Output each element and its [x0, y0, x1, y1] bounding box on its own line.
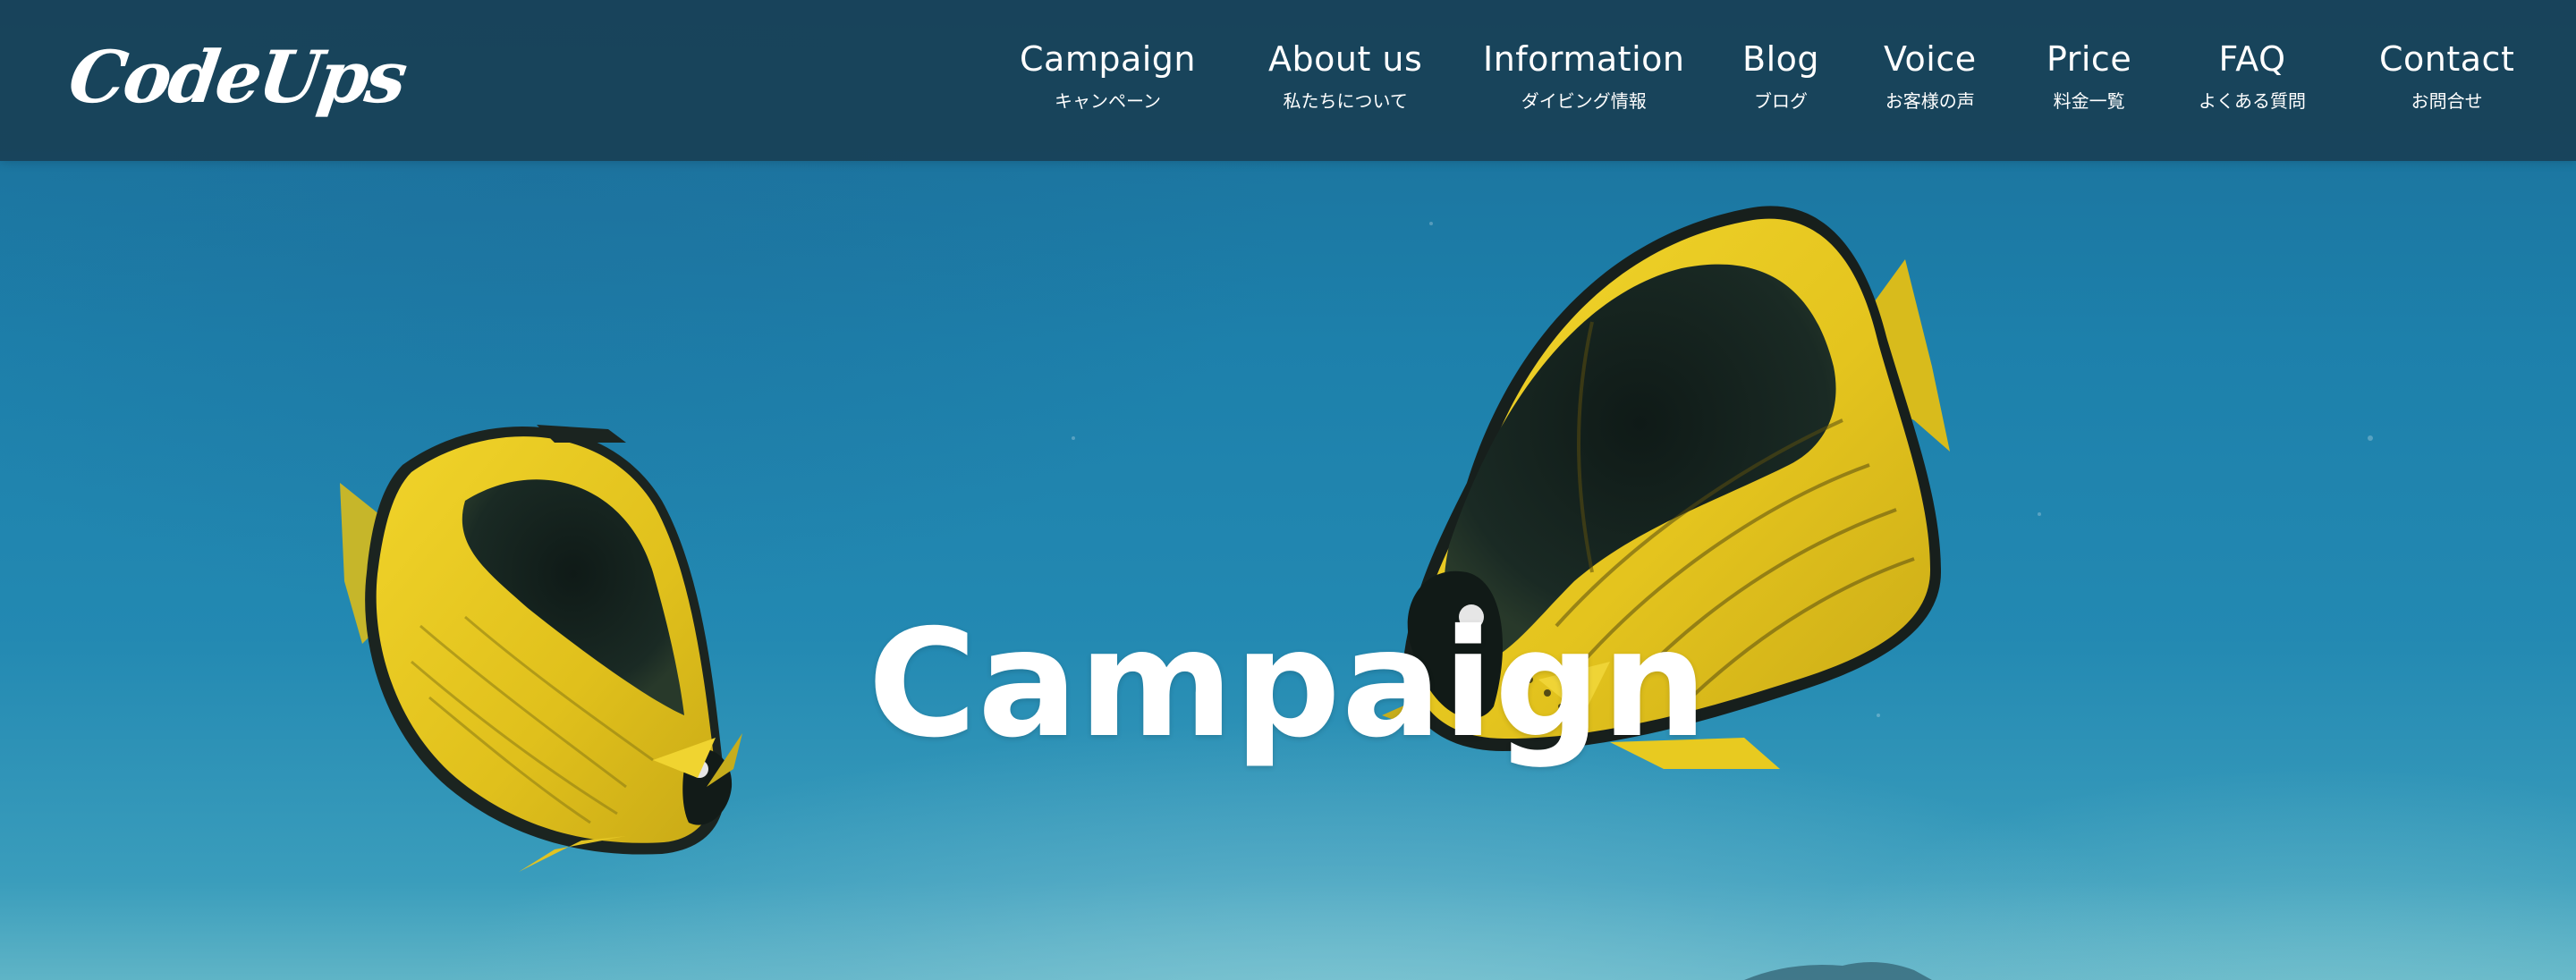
site-logo[interactable]: CodeUps: [63, 23, 411, 131]
nav-item-blog[interactable]: Blog ブログ: [1742, 34, 1819, 114]
nav-item-label: Price: [2046, 39, 2132, 79]
site-header: CodeUps Campaign キャンペーン About us 私たちについて…: [0, 0, 2576, 161]
nav-item-about-us[interactable]: About us 私たちについて: [1268, 34, 1422, 114]
nav-item-label: About us: [1268, 39, 1423, 79]
nav-item-sublabel: お客様の声: [1885, 90, 1975, 112]
nav-item-contact[interactable]: Contact お問合せ: [2379, 34, 2514, 114]
nav-item-faq[interactable]: FAQ よくある質問: [2199, 34, 2306, 114]
nav-item-sublabel: お問合せ: [2411, 90, 2483, 112]
nav-item-price[interactable]: Price 料金一覧: [2046, 34, 2131, 114]
nav-item-label: Information: [1483, 39, 1685, 79]
nav-item-label: Blog: [1742, 39, 1819, 79]
nav-item-campaign[interactable]: Campaign キャンペーン: [1020, 34, 1196, 114]
nav-item-information[interactable]: Information ダイビング情報: [1483, 34, 1684, 114]
page-title: Campaign: [868, 598, 1708, 772]
nav-item-sublabel: 料金一覧: [2053, 90, 2125, 112]
nav-item-label: FAQ: [2218, 39, 2286, 79]
nav-item-voice[interactable]: Voice お客様の声: [1884, 34, 1977, 114]
nav-item-label: Voice: [1884, 39, 1977, 79]
nav-item-sublabel: ブログ: [1754, 90, 1808, 112]
nav-item-sublabel: ダイビング情報: [1521, 90, 1647, 112]
nav-item-label: Campaign: [1020, 39, 1197, 79]
nav-item-sublabel: よくある質問: [2199, 90, 2306, 112]
nav-item-sublabel: キャンペーン: [1055, 90, 1161, 112]
nav-item-sublabel: 私たちについて: [1283, 90, 1408, 112]
main-nav: Campaign キャンペーン About us 私たちについて Informa…: [1020, 34, 2531, 123]
nav-item-label: Contact: [2379, 39, 2515, 79]
